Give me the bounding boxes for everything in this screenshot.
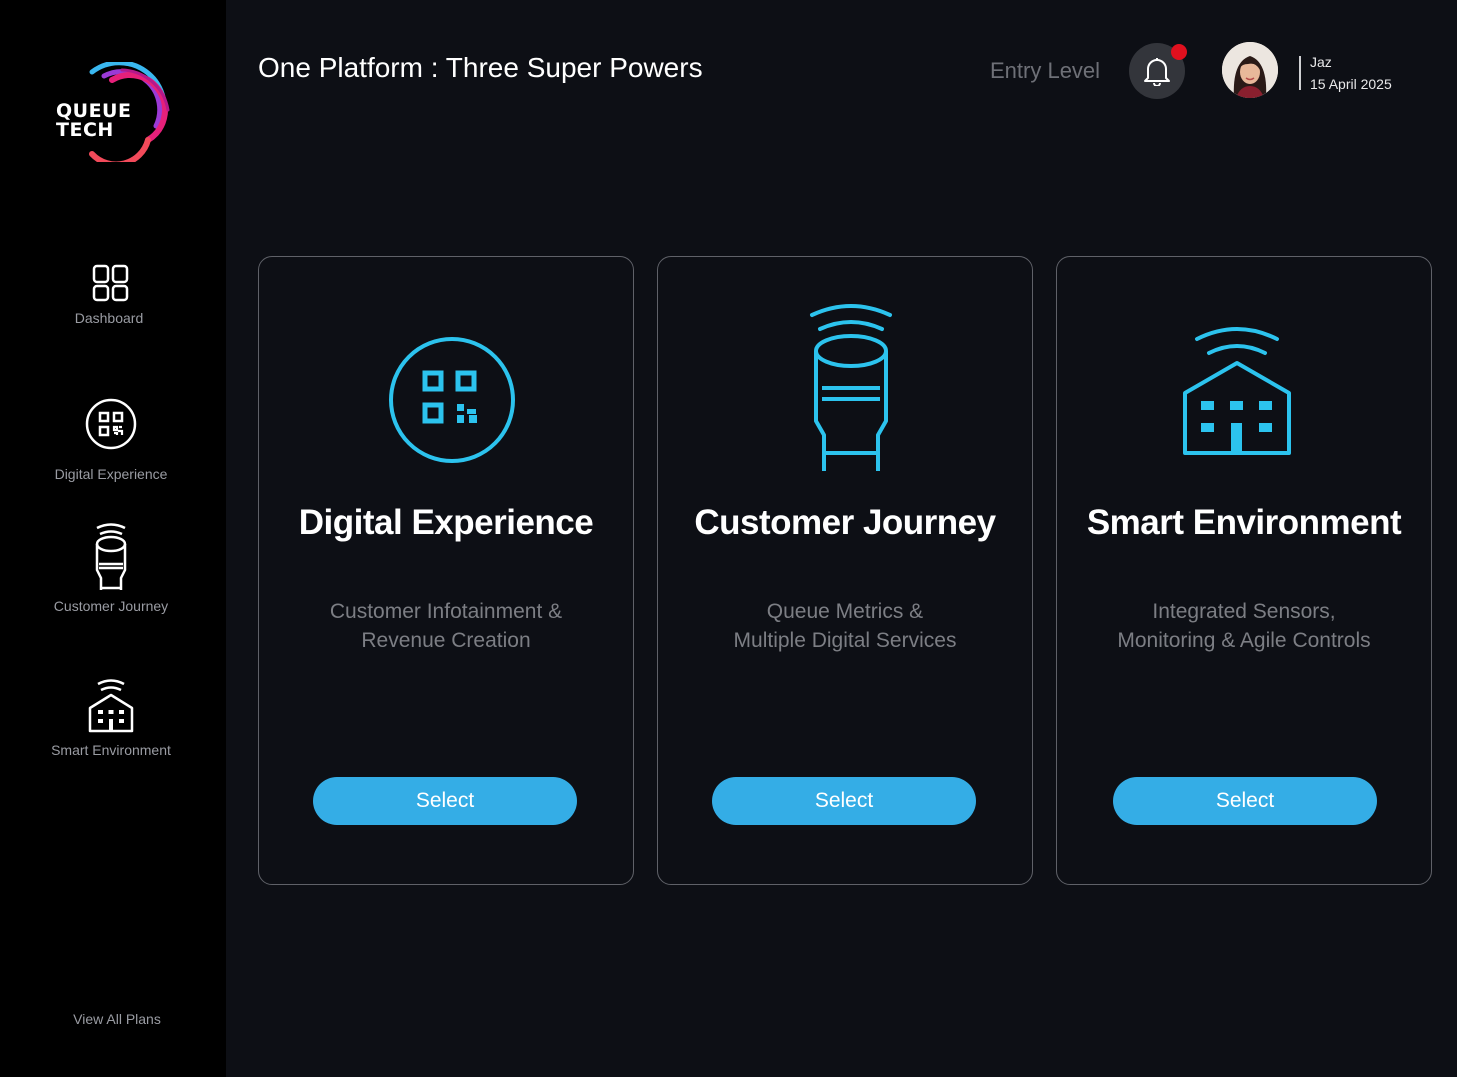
avatar[interactable] [1222, 42, 1278, 98]
kiosk-icon [810, 304, 892, 471]
user-name: Jaz [1310, 54, 1332, 70]
select-button[interactable]: Select [313, 777, 577, 825]
current-date: 15 April 2025 [1310, 76, 1392, 92]
card-title: Smart Environment [1086, 503, 1402, 542]
smart-building-icon [88, 679, 134, 733]
card-title: Customer Journey [694, 503, 996, 542]
select-button[interactable]: Select [712, 777, 976, 825]
card-title: Digital Experience [298, 503, 594, 542]
user-avatar-image [1222, 42, 1278, 98]
logo-line2: TECH [56, 119, 114, 141]
sidebar-item-label: Smart Environment [51, 742, 171, 758]
dashboard-grid-icon [92, 264, 129, 302]
user-divider [1299, 56, 1301, 90]
plan-card-customer-journey: Customer Journey Queue Metrics & Multipl… [657, 256, 1033, 885]
card-description-line1: Customer Infotainment & [329, 600, 563, 623]
sidebar: QUEUE TECH Dashboard Digital Experience [0, 0, 226, 1077]
card-description-line2: Monitoring & Agile Controls [1117, 629, 1371, 652]
logo-text: QUEUE TECH [56, 102, 146, 140]
qr-code-icon [85, 398, 137, 450]
card-description-line1: Integrated Sensors, [1152, 600, 1336, 623]
sidebar-item-label: Customer Journey [53, 598, 169, 614]
page-title: One Platform : Three Super Powers [258, 52, 703, 83]
card-description-line1: Queue Metrics & [766, 600, 924, 623]
plan-level-label: Entry Level [990, 58, 1101, 83]
queue-tech-logo[interactable]: QUEUE TECH [52, 62, 172, 162]
sidebar-item-smart-environment[interactable]: Smart Environment [0, 678, 222, 758]
card-description-line2: Multiple Digital Services [733, 629, 957, 652]
kiosk-icon [95, 523, 127, 590]
plan-card-digital-experience: Digital Experience Customer Infotainment… [258, 256, 634, 885]
qr-code-icon [389, 337, 515, 463]
card-description-line2: Revenue Creation [361, 629, 531, 652]
view-all-plans-link[interactable]: View All Plans [0, 1011, 234, 1027]
notification-badge [1171, 44, 1187, 60]
sidebar-item-label: Digital Experience [54, 466, 168, 482]
sidebar-item-label: Dashboard [74, 310, 144, 326]
sidebar-item-digital-experience[interactable]: Digital Experience [0, 398, 222, 482]
smart-building-icon [1183, 327, 1291, 455]
bell-icon [1144, 58, 1170, 86]
plan-card-smart-environment: Smart Environment Integrated Sensors, Mo… [1056, 256, 1432, 885]
sidebar-item-customer-journey[interactable]: Customer Journey [0, 522, 222, 614]
sidebar-item-dashboard[interactable]: Dashboard [0, 264, 222, 326]
select-button[interactable]: Select [1113, 777, 1377, 825]
